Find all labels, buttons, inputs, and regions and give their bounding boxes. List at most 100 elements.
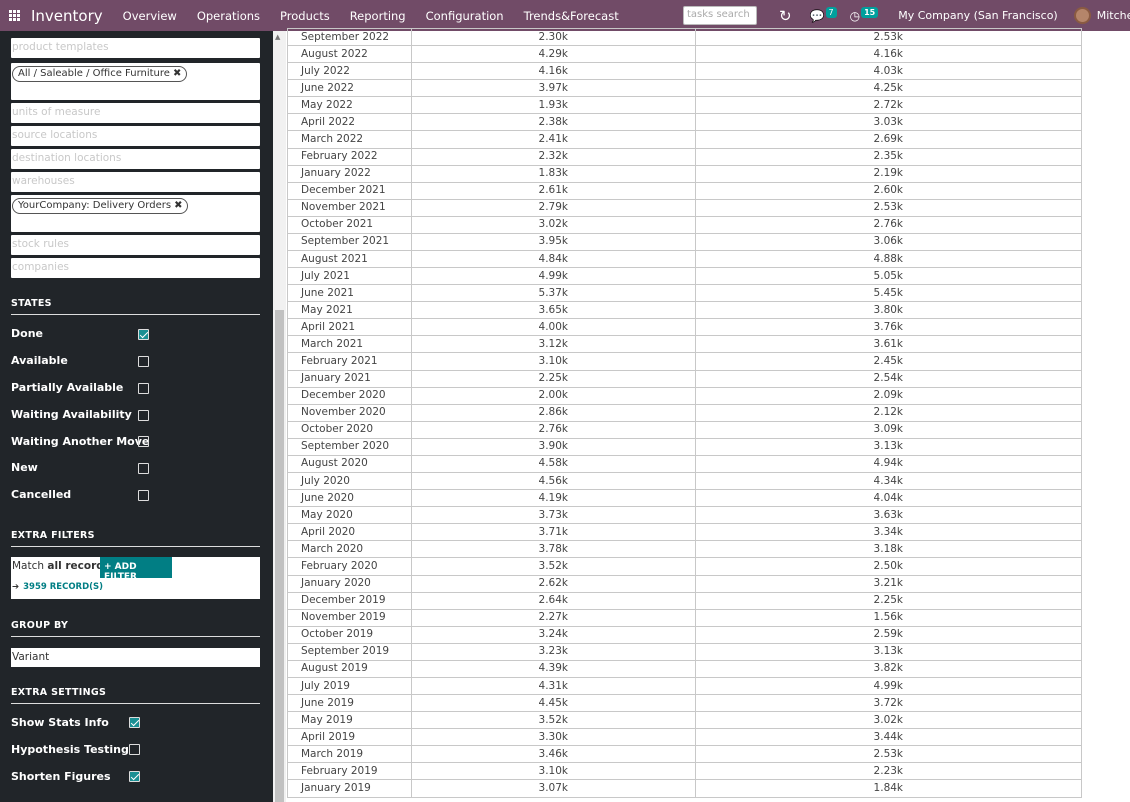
- state-checkbox-done[interactable]: [138, 329, 149, 340]
- value-cell: 3.02k: [410, 215, 696, 234]
- forecast-cell: 4.03k: [694, 62, 1083, 81]
- state-checkbox-partially-available[interactable]: [138, 383, 149, 394]
- period-cell: August 2020: [287, 454, 412, 474]
- units-of-measure-field[interactable]: units of measure: [11, 103, 260, 123]
- period-cell: February 2019: [287, 762, 412, 781]
- value-cell: 2.00k: [410, 386, 696, 405]
- menu-operations[interactable]: Operations: [197, 9, 260, 23]
- forecast-cell: 3.44k: [694, 728, 1083, 747]
- company-switcher[interactable]: My Company (San Francisco): [898, 9, 1057, 22]
- value-cell: 3.23k: [410, 642, 696, 661]
- records-link[interactable]: ➔ 3959 RECORD(S): [12, 582, 103, 592]
- menu-trends-forecast[interactable]: Trends&Forecast: [524, 9, 619, 23]
- forecast-cell: 5.05k: [694, 267, 1083, 286]
- value-cell: 4.45k: [410, 694, 696, 713]
- table-row: August 2022 4.29k 4.16k: [287, 45, 1083, 64]
- period-cell: December 2020: [287, 386, 412, 405]
- picking-type-field[interactable]: YourCompany: Delivery Orders ✖: [11, 195, 260, 232]
- period-cell: February 2020: [287, 557, 412, 576]
- state-label-cancelled: Cancelled: [11, 488, 72, 501]
- period-cell: January 2020: [287, 574, 412, 593]
- forecast-cell: 2.60k: [694, 181, 1083, 200]
- add-filter-button[interactable]: + ADD FILTER: [100, 557, 172, 582]
- tasks-search-input[interactable]: tasks search: [683, 6, 757, 25]
- scrollbar-thumb[interactable]: [275, 310, 284, 802]
- value-cell: 2.76k: [410, 420, 696, 439]
- period-cell: March 2020: [287, 540, 412, 559]
- refresh-icon[interactable]: ↻: [779, 7, 792, 25]
- messaging-icon[interactable]: 💬 7: [810, 6, 837, 23]
- value-cell: 2.30k: [410, 27, 696, 47]
- match-prefix: Match: [12, 560, 48, 572]
- menu-overview[interactable]: Overview: [123, 9, 177, 23]
- value-cell: 2.86k: [410, 403, 696, 422]
- setting-checkbox-show-stats[interactable]: [129, 717, 140, 728]
- source-locations-field[interactable]: source locations: [11, 126, 260, 146]
- companies-field[interactable]: companies: [11, 258, 260, 278]
- value-cell: 4.29k: [410, 45, 696, 64]
- navbar-systray: tasks search ↻ 💬 7 ◷ 15 My Company (San Fr…: [683, 0, 1130, 31]
- forecast-cell: 2.25k: [694, 591, 1083, 610]
- setting-checkbox-shorten-figures[interactable]: [129, 771, 140, 782]
- warehouses-field[interactable]: warehouses: [11, 172, 260, 192]
- value-cell: 2.64k: [410, 591, 696, 610]
- menu-products[interactable]: Products: [280, 9, 330, 23]
- period-cell: March 2022: [287, 130, 412, 149]
- value-cell: 4.58k: [410, 454, 696, 474]
- state-label-available: Available: [11, 354, 68, 367]
- period-cell: May 2019: [287, 711, 412, 730]
- group-by-field[interactable]: Variant: [11, 648, 260, 667]
- period-cell: October 2021: [287, 215, 412, 234]
- forecast-cell: 2.35k: [694, 147, 1083, 166]
- destination-locations-field[interactable]: destination locations: [11, 149, 260, 169]
- product-templates-field[interactable]: product templates: [11, 38, 260, 58]
- period-cell: August 2022: [287, 45, 412, 64]
- state-checkbox-waiting-availability[interactable]: [138, 410, 149, 421]
- value-cell: 3.52k: [410, 557, 696, 576]
- state-checkbox-available[interactable]: [138, 356, 149, 367]
- table-row: September 2021 3.95k 3.06k: [287, 232, 1083, 252]
- value-cell: 4.31k: [410, 676, 696, 696]
- table-row: October 2019 3.24k 2.59k: [287, 625, 1083, 644]
- value-cell: 3.90k: [410, 437, 696, 456]
- table-row: October 2020 2.76k 3.09k: [287, 420, 1083, 439]
- scroll-up-arrow-icon[interactable]: ▲: [275, 33, 280, 41]
- menu-configuration[interactable]: Configuration: [426, 9, 504, 23]
- app-brand[interactable]: Inventory: [31, 7, 103, 25]
- remove-tag-icon[interactable]: ✖: [174, 200, 182, 211]
- state-checkbox-new[interactable]: [138, 463, 149, 474]
- period-cell: April 2021: [287, 318, 412, 337]
- table-row: July 2021 4.99k 5.05k: [287, 267, 1083, 286]
- forecast-cell: 3.80k: [694, 301, 1083, 320]
- user-avatar[interactable]: [1073, 7, 1091, 24]
- period-cell: October 2020: [287, 420, 412, 439]
- states-heading: STATES: [11, 298, 260, 315]
- state-checkbox-cancelled[interactable]: [138, 490, 149, 501]
- value-cell: 2.38k: [410, 113, 696, 132]
- product-category-field[interactable]: All / Saleable / Office Furniture ✖: [11, 63, 260, 100]
- sidebar-scrollbar[interactable]: ▲: [273, 31, 286, 802]
- stock-rules-field[interactable]: stock rules: [11, 235, 260, 255]
- period-cell: April 2019: [287, 728, 412, 747]
- remove-tag-icon[interactable]: ✖: [173, 68, 181, 79]
- setting-label-shorten-figures: Shorten Figures: [11, 770, 111, 783]
- state-checkbox-waiting-another-move[interactable]: [138, 436, 149, 447]
- value-cell: 2.25k: [410, 369, 696, 388]
- period-cell: November 2021: [287, 198, 412, 217]
- value-cell: 2.62k: [410, 574, 696, 593]
- period-cell: August 2019: [287, 659, 412, 678]
- activity-clock-icon[interactable]: ◷ 15: [850, 6, 879, 23]
- value-cell: 3.10k: [410, 352, 696, 371]
- forecast-cell: 2.76k: [694, 215, 1083, 234]
- user-menu[interactable]: Mitchell Adm: [1097, 9, 1130, 22]
- menu-reporting[interactable]: Reporting: [350, 9, 406, 23]
- setting-checkbox-hypothesis-testing[interactable]: [129, 744, 140, 755]
- value-cell: 3.78k: [410, 540, 696, 559]
- value-cell: 3.07k: [410, 779, 696, 798]
- messaging-badge: 7: [825, 6, 837, 18]
- main-menu: Overview Operations Products Reporting C…: [123, 9, 639, 23]
- period-cell: February 2021: [287, 352, 412, 371]
- apps-menu-icon[interactable]: [9, 10, 20, 21]
- forecast-cell: 2.72k: [694, 96, 1083, 115]
- forecast-cell: 3.18k: [694, 540, 1083, 559]
